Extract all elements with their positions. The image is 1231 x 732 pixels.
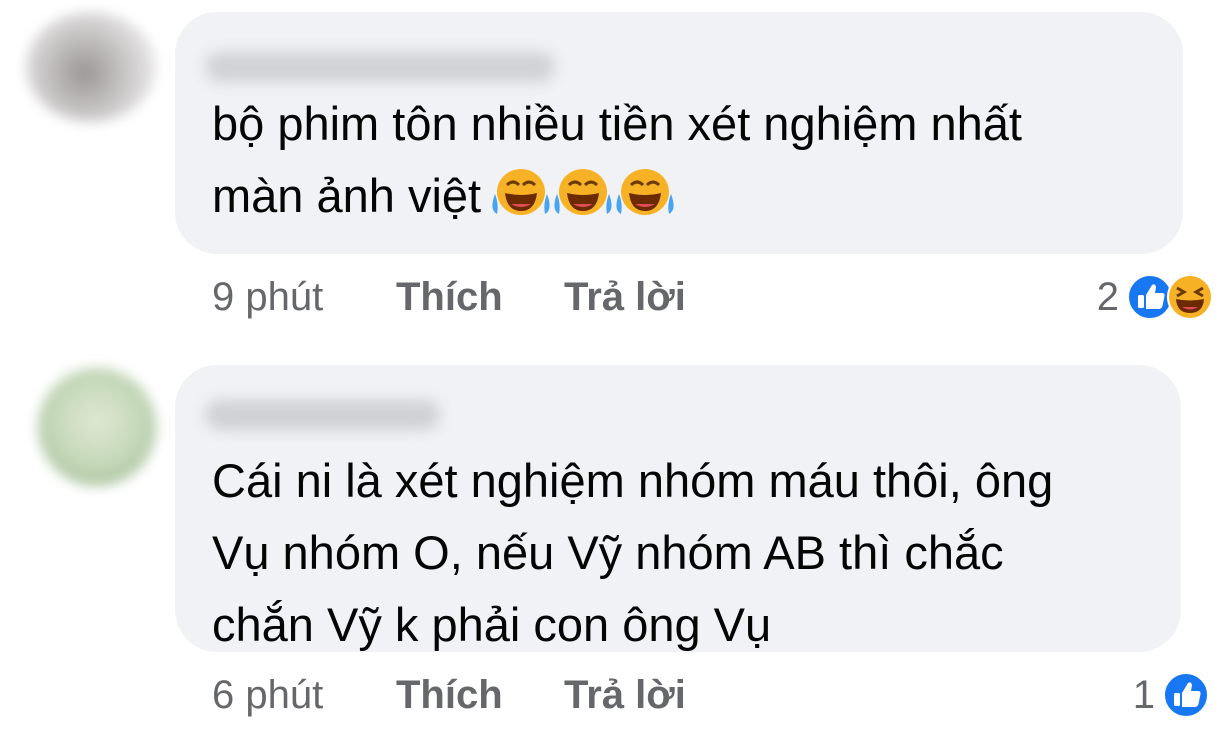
comment-line: chắn Vỹ k phải con ông Vụ (212, 598, 772, 651)
comment-line: bộ phim tôn nhiều tiền xét nghiệm nhất (212, 97, 1022, 150)
reaction-summary[interactable]: 2 (1097, 273, 1213, 321)
like-button[interactable]: Thích (396, 671, 503, 719)
reaction-count: 2 (1096, 274, 1119, 319)
comment-line: màn ảnh việt (212, 160, 1022, 238)
reply-button[interactable]: Trả lời (564, 671, 686, 719)
comment-text: Cái ni là xét nghiệm nhóm máu thôi, ông … (212, 445, 1053, 661)
reply-button[interactable]: Trả lời (564, 273, 686, 321)
comment-bubble: Cái ni là xét nghiệm nhóm máu thôi, ông … (175, 365, 1181, 652)
like-reaction-icon (1163, 672, 1209, 718)
comment-bubble: bộ phim tôn nhiều tiền xét nghiệm nhất m… (175, 12, 1183, 254)
comment-text: bộ phim tôn nhiều tiền xét nghiệm nhất m… (212, 88, 1022, 238)
emoji-group (491, 166, 677, 238)
crying-laughing-emoji-icon (554, 169, 612, 215)
avatar[interactable] (38, 368, 156, 486)
reaction-summary[interactable]: 1 (1133, 671, 1209, 719)
haha-reaction-icon (1167, 274, 1213, 320)
comment-line: Cái ni là xét nghiệm nhóm máu thôi, ông (212, 454, 1054, 507)
timestamp[interactable]: 9 phút (212, 273, 323, 321)
comment-line: Vụ nhóm O, nếu Vỹ nhóm AB thì chắc (212, 526, 1004, 579)
avatar[interactable] (26, 12, 156, 122)
crying-laughing-emoji-icon (616, 169, 674, 215)
like-button[interactable]: Thích (396, 273, 503, 321)
reaction-count: 1 (1132, 672, 1155, 717)
crying-laughing-emoji-icon (492, 169, 550, 215)
timestamp[interactable]: 6 phút (212, 671, 323, 719)
author-name-blurred[interactable] (205, 52, 555, 82)
author-name-blurred[interactable] (205, 400, 440, 430)
